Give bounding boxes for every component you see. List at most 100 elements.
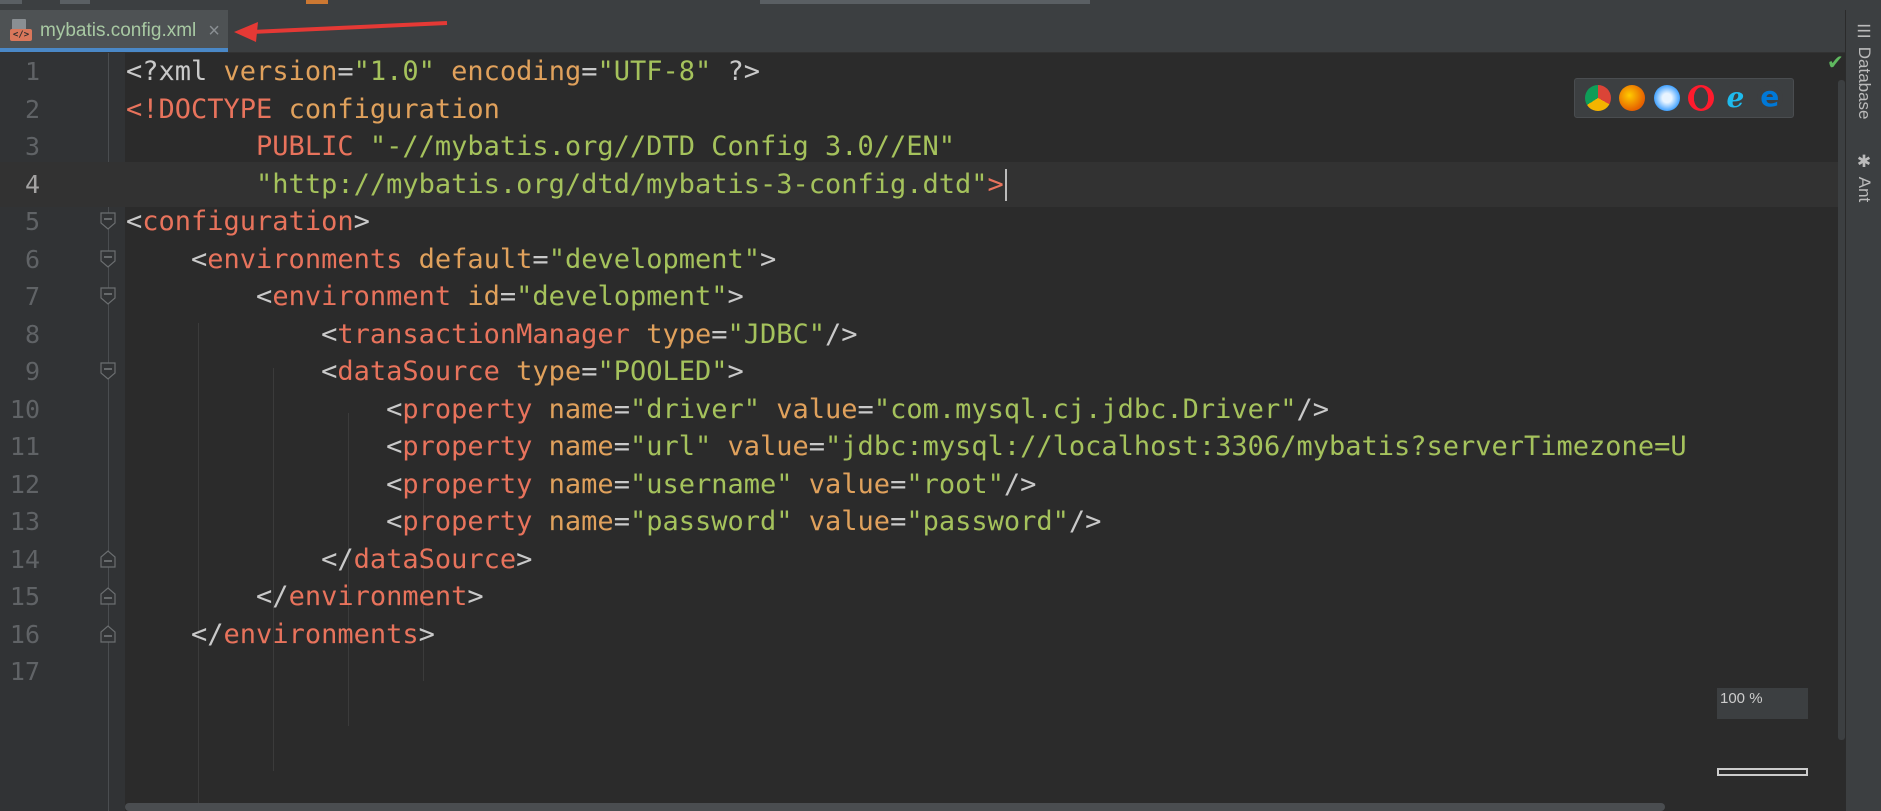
browser-preview-toolbar: e e [1574,78,1794,118]
fold-end-icon[interactable] [100,587,116,605]
code-token: > [760,243,777,275]
code-token: "root" [906,468,1004,500]
ant-tool-tab[interactable]: ✱ Ant [1854,152,1874,202]
tab-mybatis-config[interactable]: </> mybatis.config.xml × [0,10,228,52]
horizontal-scrollbar[interactable] [125,803,1665,811]
code-token: value [808,506,891,537]
code-token: = [613,393,630,425]
code-token: environments [207,243,403,275]
code-token: = [613,468,630,500]
code-token: "development" [516,281,728,312]
code-token: /> [1003,468,1037,500]
database-tool-tab[interactable]: ☰ Database [1854,22,1874,120]
vertical-scrollbar[interactable] [1838,80,1845,740]
edge-icon[interactable]: e [1756,83,1783,111]
code-token: value [808,468,891,500]
code-token: "com.mysql.cj.jdbc.Driver" [873,393,1297,425]
code-token: default [418,243,533,275]
code-token: "username" [629,468,793,500]
safari-icon[interactable] [1653,85,1680,111]
code-token: <!DOCTYPE [126,93,289,125]
fold-collapse-icon[interactable] [100,362,116,380]
code-token: transactionManager [337,318,630,350]
code-token: </ [126,618,224,650]
code-token: < [126,468,403,500]
close-icon[interactable]: × [208,20,220,43]
code-token: /> [825,318,858,350]
code-token: type [516,356,582,387]
code-token: "development" [548,243,761,275]
code-token: < [126,393,403,425]
code-token: /> [1296,393,1329,425]
opera-icon[interactable] [1688,85,1715,111]
fold-collapse-icon[interactable] [100,249,116,268]
code-token: id [467,281,500,312]
code-token: < [126,206,143,237]
code-token: /> [1068,506,1102,537]
code-token: "JDBC" [727,318,826,350]
code-token: = [581,356,598,387]
code-token: property [402,431,533,462]
code-token: "url" [629,431,712,462]
code-token: configuration [142,206,354,237]
code-token: environment [272,281,452,312]
code-token: dataSource [353,543,517,575]
code-token: < [126,506,403,537]
fold-end-icon[interactable] [100,624,116,643]
fold-collapse-icon[interactable] [100,212,116,230]
code-token: property [402,393,533,425]
code-token: = [808,431,826,462]
code-token: = [711,318,728,350]
ant-icon: ✱ [1855,152,1874,172]
tab-label: mybatis.config.xml [40,20,197,41]
code-token: > [987,168,1004,200]
code-token: "-//mybatis.org//DTD Config 3.0//EN" [369,131,956,162]
database-tab-label: Database [1855,46,1874,120]
ant-tab-label: Ant [1855,176,1874,203]
code-token: < [126,318,338,350]
code-token: < [126,243,208,275]
fold-end-icon[interactable] [100,549,116,568]
code-token: environment [288,581,468,612]
no-problems-check-icon[interactable]: ✔ [1827,50,1844,74]
right-tool-window-bar: ☰ Database ✱ Ant [1845,10,1881,811]
red-arrow-annotation [234,21,448,42]
top-breadcrumb-strip [0,0,1881,10]
code-token: "UTF-8" [597,56,712,87]
breadcrumb-fragment [60,0,90,4]
zoom-slider[interactable] [1717,768,1808,776]
code-token: < [126,281,273,312]
code-token: name [548,506,614,537]
code-token: "POOLED" [597,356,728,387]
chrome-icon[interactable] [1585,85,1612,111]
code-token: = [613,431,630,462]
code-token: name [548,468,614,500]
code-token: = [499,281,517,312]
code-token: "driver" [629,393,760,425]
code-token: configuration [288,93,500,125]
firefox-icon[interactable] [1619,85,1646,111]
code-token: < [126,431,403,462]
code-token: "http://mybatis.org/dtd/mybatis-3-config… [256,168,988,200]
code-token: environments [223,618,419,650]
code-line[interactable]: 17 [0,649,1881,694]
text-caret [1004,169,1007,201]
ie-icon[interactable]: e [1722,84,1749,112]
code-token: "password" [629,506,793,537]
code-token: </ [126,543,354,575]
code-token: < [126,356,338,387]
code-token: > [727,281,744,312]
fold-collapse-icon[interactable] [100,287,116,305]
code-token: value [727,431,809,462]
code-token: PUBLIC [256,131,370,162]
